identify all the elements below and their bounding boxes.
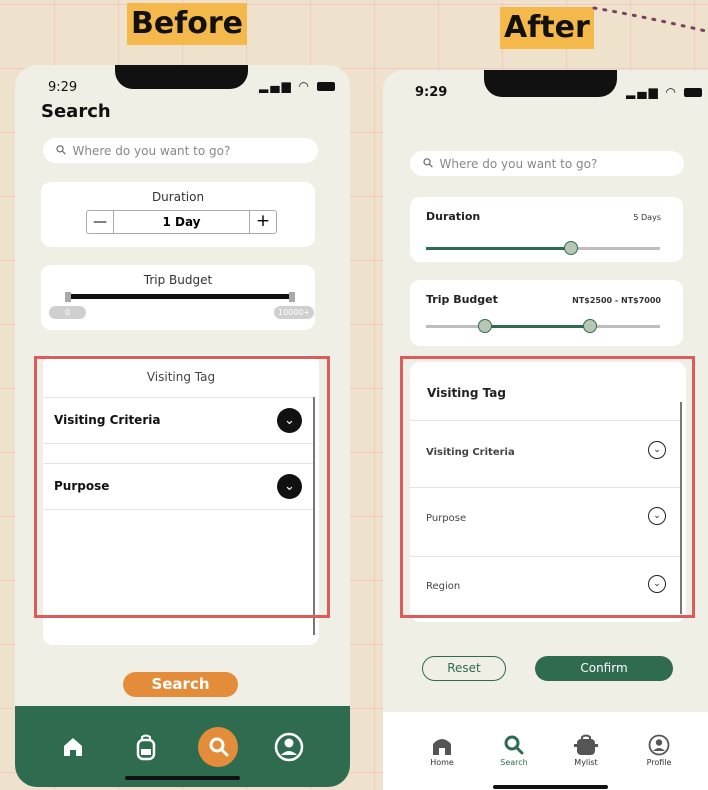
- duration-card: Duration — 1 Day +: [41, 182, 315, 247]
- wifi-icon: ◠: [665, 85, 678, 99]
- search-placeholder: Where do you want to go?: [72, 143, 231, 158]
- highlight-frame: [400, 356, 695, 618]
- duration-value: 5 Days: [633, 213, 661, 222]
- budget-min-knob[interactable]: [477, 319, 492, 333]
- duration-slider-knob[interactable]: [564, 241, 579, 255]
- nav-search[interactable]: Search: [497, 734, 531, 767]
- reset-button[interactable]: Reset: [422, 656, 506, 681]
- nav-profile-label: Profile: [646, 758, 672, 767]
- search-icon: [209, 737, 229, 757]
- phone-notch: [115, 65, 248, 89]
- phone-notch: [484, 70, 617, 97]
- duration-label: Duration: [151, 190, 205, 204]
- search-input[interactable]: ⚲ Where do you want to go?: [410, 151, 684, 176]
- before-phone-screen: 9:29 ▂▄▆ ◠ Search ⚲ Where do you want to…: [15, 65, 350, 787]
- nav-profile[interactable]: Profile: [642, 734, 676, 767]
- bottom-nav: Home Search Mylist Profile: [383, 712, 708, 790]
- search-button[interactable]: Search: [123, 672, 238, 697]
- dotted-decoration: [592, 6, 708, 34]
- status-time: 9:29: [415, 85, 448, 100]
- search-placeholder: Where do you want to go?: [439, 156, 598, 171]
- status-icons: ▂▄▆ ◠: [626, 85, 702, 99]
- duration-value: 1 Day: [162, 215, 201, 229]
- profile-icon: [648, 734, 670, 756]
- nav-search-label: Search: [500, 758, 528, 767]
- search-nav-button[interactable]: [198, 727, 238, 767]
- profile-icon[interactable]: [274, 732, 304, 762]
- nav-mylist-label: Mylist: [574, 758, 598, 767]
- budget-max-handle[interactable]: [289, 292, 295, 302]
- search-icon: [504, 735, 524, 755]
- signal-icon: ▂▄▆: [626, 85, 660, 99]
- home-indicator: [125, 776, 240, 780]
- nav-home-label: Home: [430, 758, 454, 767]
- budget-slider-fill: [484, 325, 590, 328]
- after-label: After: [500, 7, 594, 49]
- before-label: Before: [127, 3, 248, 45]
- battery-icon: [316, 82, 335, 91]
- battery-icon: [683, 88, 702, 97]
- nav-home[interactable]: Home: [425, 734, 459, 767]
- signal-icon: ▂▄▆: [259, 79, 293, 93]
- status-icons: ▂▄▆ ◠: [259, 79, 335, 93]
- search-icon: ⚲: [420, 154, 438, 173]
- page-title: Search: [41, 101, 111, 122]
- budget-card: Trip Budget 0 10000+: [41, 265, 315, 330]
- duration-slider-fill: [426, 247, 572, 250]
- budget-value: NT$2500 - NT$7000: [572, 296, 661, 305]
- decrease-button[interactable]: —: [87, 211, 114, 233]
- budget-label: Trip Budget: [426, 293, 498, 306]
- backpack-icon[interactable]: [134, 733, 158, 761]
- duration-label: Duration: [426, 210, 481, 223]
- wifi-icon: ◠: [298, 79, 311, 93]
- budget-max-knob[interactable]: [582, 319, 597, 333]
- home-icon[interactable]: [62, 736, 84, 758]
- home-icon: [433, 739, 451, 755]
- home-indicator: [493, 785, 608, 789]
- budget-min-handle[interactable]: [65, 292, 71, 302]
- status-time: 9:29: [48, 80, 78, 95]
- backpack-icon: [574, 734, 598, 755]
- confirm-button[interactable]: Confirm: [535, 656, 673, 681]
- after-phone-screen: 9:29 ▂▄▆ ◠ ⚲ Where do you want to go? Du…: [383, 70, 708, 790]
- budget-label: Trip Budget: [143, 273, 213, 287]
- duration-stepper: — 1 Day +: [86, 210, 277, 234]
- bottom-nav: [15, 706, 350, 787]
- increase-button[interactable]: +: [249, 211, 276, 233]
- budget-max-label: 10000+: [274, 306, 314, 319]
- budget-card: Trip Budget NT$2500 - NT$7000: [410, 280, 683, 346]
- search-input[interactable]: ⚲ Where do you want to go?: [43, 138, 318, 163]
- highlight-frame: [34, 356, 330, 618]
- duration-card: Duration 5 Days: [410, 197, 683, 262]
- budget-range-track: [67, 294, 293, 299]
- search-icon: ⚲: [53, 141, 71, 160]
- nav-mylist[interactable]: Mylist: [569, 734, 603, 767]
- budget-min-label: 0: [49, 306, 86, 319]
